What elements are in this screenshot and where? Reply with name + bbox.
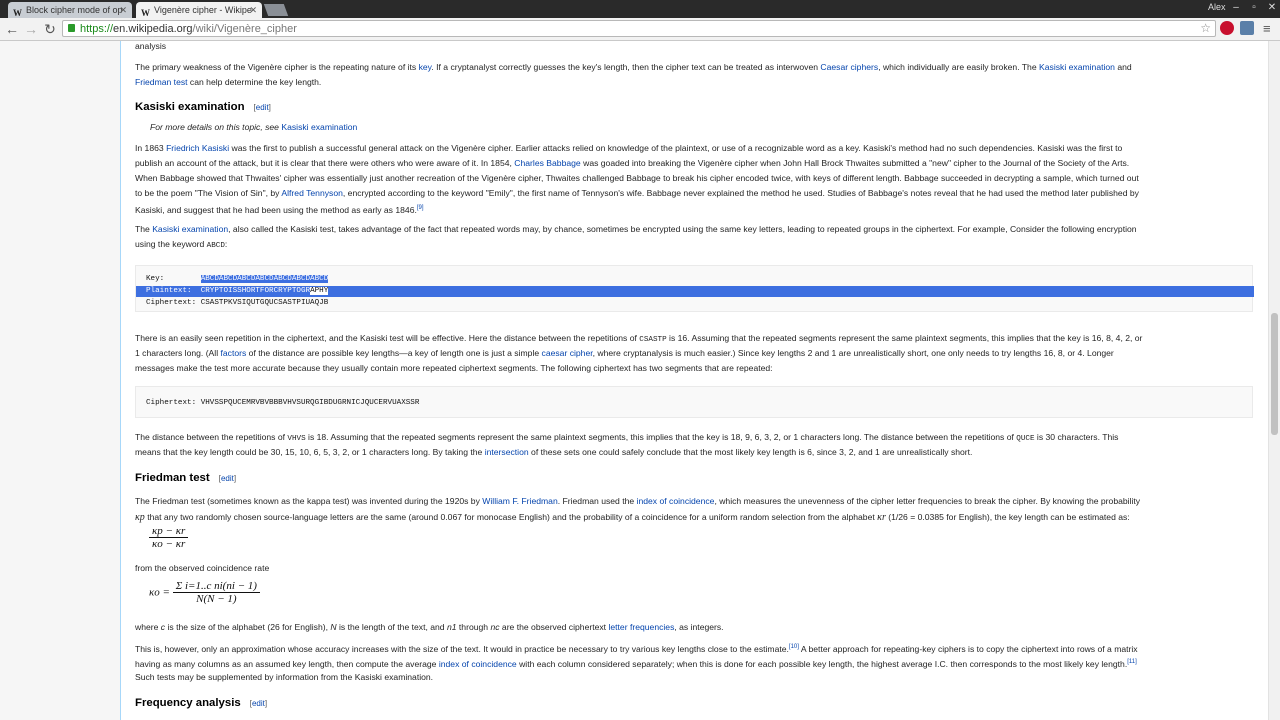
link-letter-frequencies[interactable]: letter frequencies bbox=[608, 622, 674, 632]
tab-block-cipher[interactable]: W Block cipher mode of op ✕ bbox=[8, 2, 132, 18]
paragraph-distance-line2: means that the key length could be 30, 1… bbox=[135, 447, 973, 457]
back-arrow-icon[interactable]: ← bbox=[3, 20, 21, 38]
article-content: analysis The primary weakness of the Vig… bbox=[120, 41, 1268, 720]
link-william-friedman[interactable]: William F. Friedman bbox=[482, 496, 557, 506]
paragraph-observed-rate: from the observed coincidence rate bbox=[135, 563, 270, 573]
reload-icon[interactable]: ↻ bbox=[41, 20, 59, 38]
paragraph-kasiski-line5: Kasiski, and suggest that he had been us… bbox=[135, 204, 424, 215]
link-kasiski-examination-2[interactable]: Kasiski examination bbox=[152, 224, 228, 234]
selection-row-key: Key: ABCDABCDABCDABCDABCDABCDABCD bbox=[146, 275, 329, 283]
selection-row-plaintext: Plaintext: CRYPTOISSHORTFORCRYPTOGRAPHY bbox=[136, 286, 1254, 297]
maximize-icon[interactable]: ▫ bbox=[1244, 0, 1264, 16]
paragraph-kasiski-line2: publish an account of the attack, but it… bbox=[135, 158, 1130, 168]
link-intersection[interactable]: intersection bbox=[485, 447, 529, 457]
reference-9[interactable]: [9] bbox=[417, 205, 424, 211]
close-tab-icon[interactable]: ✕ bbox=[249, 2, 257, 18]
close-tab-icon[interactable]: ✕ bbox=[119, 2, 127, 18]
paragraph-where: where c is the size of the alphabet (26 … bbox=[135, 622, 724, 632]
paragraph-kasiski-test-line1: The Kasiski examination, also called the… bbox=[135, 224, 1137, 234]
link-caesar-ciphers[interactable]: Caesar ciphers bbox=[820, 62, 878, 72]
link-index-of-coincidence-2[interactable]: index of coincidence bbox=[439, 659, 517, 669]
page-viewport: analysis The primary weakness of the Vig… bbox=[0, 41, 1268, 720]
paragraph-repetition-line2: 1 characters long. (All factors of the d… bbox=[135, 348, 1114, 358]
link-kasiski-examination-main[interactable]: Kasiski examination bbox=[281, 122, 357, 132]
link-friedman-test[interactable]: Friedman test bbox=[135, 77, 188, 87]
edit-section-link[interactable]: [edit] bbox=[219, 474, 236, 483]
link-index-of-coincidence[interactable]: index of coincidence bbox=[637, 496, 715, 506]
new-tab-button[interactable] bbox=[263, 4, 289, 16]
row-ciphertext: Ciphertext: CSASTPKVSIQUTGQUCSASTPIUAQJB bbox=[146, 299, 329, 307]
tab-title: Block cipher mode of op bbox=[26, 5, 123, 15]
paragraph-kasiski-line1: In 1863 Friedrich Kasiski was the first … bbox=[135, 143, 1123, 153]
tab-title: Vigenère cipher - Wikipe bbox=[154, 5, 252, 15]
link-alfred-tennyson[interactable]: Alfred Tennyson bbox=[281, 188, 342, 198]
browser-toolbar: ← → ↻ https://en.wikipedia.org/wiki/Vige… bbox=[0, 18, 1280, 41]
paragraph-fragment: analysis bbox=[135, 41, 167, 51]
reference-10[interactable]: [10] bbox=[789, 644, 799, 650]
code-block-example-2[interactable]: Ciphertext: VHVSSPQUCEMRVBVBBBVHVSURQGIB… bbox=[135, 386, 1253, 418]
wikipedia-favicon-icon: W bbox=[141, 8, 150, 18]
extension-icon[interactable] bbox=[1240, 21, 1254, 35]
bookmark-star-icon[interactable]: ☆ bbox=[1200, 21, 1211, 36]
paragraph-approximation-line3: Such tests may be supplemented by inform… bbox=[135, 672, 434, 682]
wikipedia-favicon-icon: W bbox=[13, 8, 22, 18]
link-kasiski-examination[interactable]: Kasiski examination bbox=[1039, 62, 1115, 72]
paragraph-kasiski-line3: When Babbage showed that Thwaites' ciphe… bbox=[135, 173, 1139, 183]
scrollbar-thumb[interactable] bbox=[1271, 313, 1278, 435]
forward-arrow-icon[interactable]: → bbox=[22, 20, 40, 38]
paragraph-weakness-line2: Friedman test can help determine the key… bbox=[135, 77, 322, 87]
paragraph-kasiski-line4: to be the poem "The Vision of Sin", by A… bbox=[135, 188, 1139, 198]
address-bar[interactable]: https://en.wikipedia.org/wiki/Vigenère_c… bbox=[62, 20, 1216, 37]
url-text[interactable]: https://en.wikipedia.org/wiki/Vigenère_c… bbox=[80, 22, 297, 36]
formula-coincidence-rate: κo = Σ i=1..c ni(ni − 1) N(N − 1) bbox=[149, 580, 260, 605]
edit-section-link[interactable]: [edit] bbox=[254, 103, 271, 112]
formula-key-length: κp − κr κo − κr bbox=[149, 525, 189, 550]
menu-icon[interactable]: ≡ bbox=[1263, 20, 1271, 38]
close-window-icon[interactable]: ✕ bbox=[1262, 0, 1280, 16]
vertical-scrollbar[interactable] bbox=[1268, 41, 1280, 720]
paragraph-kasiski-test-line2: using the keyword ABCD: bbox=[135, 239, 228, 250]
code-block-example-1[interactable]: Key: ABCDABCDABCDABCDABCDABCDABCD Plaint… bbox=[135, 265, 1254, 312]
heading-friedman-test: Friedman test [edit] bbox=[135, 472, 237, 484]
paragraph-weakness-line1: The primary weakness of the Vigenère cip… bbox=[135, 62, 1132, 72]
adblock-extension-icon[interactable] bbox=[1220, 21, 1234, 35]
heading-frequency-analysis: Frequency analysis [edit] bbox=[135, 697, 268, 709]
paragraph-friedman-line1: The Friedman test (sometimes known as th… bbox=[135, 496, 1141, 506]
tab-vigenere-cipher[interactable]: W Vigenère cipher - Wikipe ✕ bbox=[136, 2, 262, 18]
lock-icon bbox=[68, 24, 75, 32]
paragraph-friedman-line2: κp that any two randomly chosen source-l… bbox=[135, 512, 1130, 523]
link-charles-babbage[interactable]: Charles Babbage bbox=[514, 158, 580, 168]
code-keyword: ABCD bbox=[206, 242, 225, 250]
ciphertext-line: Ciphertext: VHVSSPQUCEMRVBVBBBVHVSURQGIB… bbox=[146, 399, 420, 407]
link-caesar-cipher[interactable]: caesar cipher bbox=[542, 348, 593, 358]
link-factors[interactable]: factors bbox=[221, 348, 247, 358]
heading-kasiski-examination: Kasiski examination [edit] bbox=[135, 101, 271, 113]
edit-section-link[interactable]: [edit] bbox=[250, 699, 267, 708]
tab-strip: W Block cipher mode of op ✕ W Vigenère c… bbox=[0, 0, 1280, 18]
link-friedrich-kasiski[interactable]: Friedrich Kasiski bbox=[166, 143, 229, 153]
profile-name[interactable]: Alex bbox=[1208, 2, 1226, 12]
hatnote: For more details on this topic, see Kasi… bbox=[150, 122, 358, 132]
reference-11[interactable]: [11] bbox=[1127, 659, 1137, 665]
paragraph-repetition-line3: messages make the test more accurate bec… bbox=[135, 363, 773, 373]
link-key[interactable]: key bbox=[419, 62, 432, 72]
minimize-icon[interactable]: – bbox=[1226, 0, 1246, 16]
